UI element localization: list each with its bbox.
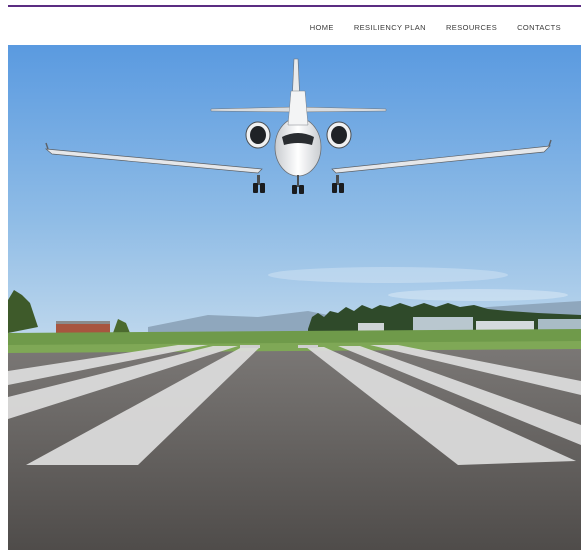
- header-accent-line: [8, 5, 581, 7]
- cloud: [268, 267, 508, 283]
- main-navigation: HOME RESILIENCY PLAN RESOURCES CONTACTS: [310, 20, 561, 34]
- hangar-right-1: [413, 317, 473, 331]
- nav-resiliency-plan-link[interactable]: RESILIENCY PLAN: [354, 23, 426, 32]
- hangar-left-roof: [56, 321, 110, 324]
- nav-resources-link[interactable]: RESOURCES: [446, 23, 497, 32]
- runway-centerline-mark: [298, 345, 318, 348]
- runway-centerline-mark: [240, 345, 260, 348]
- hero-image: [8, 45, 581, 550]
- runway-image: [8, 45, 581, 550]
- page: HOME RESILIENCY PLAN RESOURCES CONTACTS: [0, 0, 581, 550]
- nav-contacts-link[interactable]: CONTACTS: [517, 23, 561, 32]
- cloud: [388, 289, 568, 301]
- hangar-small: [358, 323, 384, 331]
- hangar-left: [56, 323, 110, 333]
- nav-home-link[interactable]: HOME: [310, 23, 334, 32]
